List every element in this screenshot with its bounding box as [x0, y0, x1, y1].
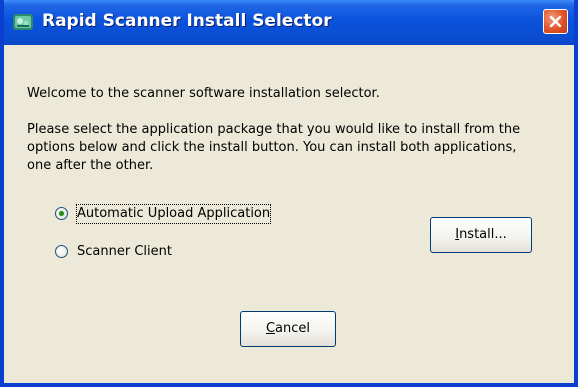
cancel-access-key: C — [265, 321, 276, 336]
instructions-line-3: one after the other. — [27, 158, 154, 173]
option-automatic-upload[interactable]: Automatic Upload Application — [55, 204, 295, 225]
radio-scanner-client[interactable] — [55, 245, 68, 258]
close-icon — [549, 15, 562, 28]
radio-automatic-upload[interactable] — [55, 207, 68, 220]
scanner-app-icon — [12, 11, 34, 33]
close-button[interactable] — [543, 9, 568, 34]
install-label: nstall... — [459, 227, 507, 242]
instructions-line-1: Please select the application package th… — [27, 122, 521, 137]
install-button[interactable]: Install... — [430, 217, 532, 253]
cancel-button[interactable]: Cancel — [240, 311, 336, 347]
dialog-content: Welcome to the scanner software installa… — [4, 45, 574, 383]
welcome-text: Welcome to the scanner software installa… — [27, 86, 380, 101]
instructions-text: Please select the application package th… — [27, 121, 567, 175]
option-label-automatic-upload[interactable]: Automatic Upload Application — [75, 204, 272, 224]
window-title: Rapid Scanner Install Selector — [42, 11, 332, 31]
install-selector-dialog: Rapid Scanner Install Selector Welcome t… — [0, 0, 578, 387]
option-label-scanner-client[interactable]: Scanner Client — [77, 243, 172, 261]
title-bar[interactable]: Rapid Scanner Install Selector — [4, 0, 574, 45]
cancel-label: ancel — [275, 321, 311, 336]
option-scanner-client[interactable]: Scanner Client — [55, 243, 215, 263]
instructions-line-2: options below and click the install butt… — [27, 140, 517, 155]
